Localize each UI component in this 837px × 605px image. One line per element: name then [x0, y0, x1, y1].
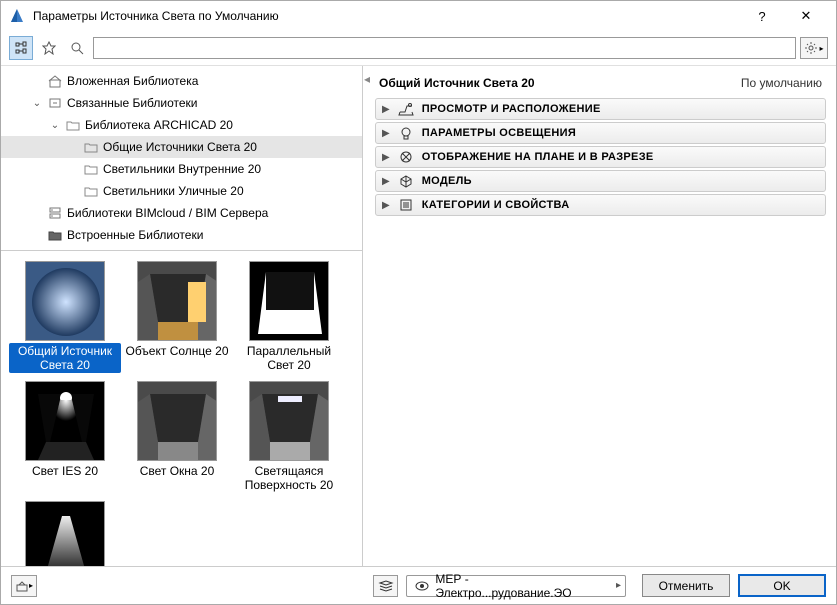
home-icon — [47, 73, 63, 89]
layer-label: МЕР - Электро...рудование.ЭО — [435, 572, 607, 600]
layer-icon-button[interactable] — [373, 575, 399, 597]
folder-icon — [83, 183, 99, 199]
ok-button[interactable]: OK — [738, 574, 826, 597]
right-panel: Общий Источник Света 20 По умолчанию ▶ П… — [371, 66, 836, 566]
left-panel: Вложенная Библиотека ⌄ Связанные Библиот… — [1, 66, 363, 566]
tree-item-label: Светильники Уличные 20 — [103, 184, 244, 198]
accordion-section[interactable]: ▶ ОТОБРАЖЕНИЕ НА ПЛАНЕ И В РАЗРЕЗЕ — [375, 146, 826, 168]
cancel-button[interactable]: Отменить — [642, 574, 730, 597]
window-title: Параметры Источника Света по Умолчанию — [33, 9, 740, 23]
panel-divider[interactable]: ◂ — [363, 66, 371, 566]
library-tree: Вложенная Библиотека ⌄ Связанные Библиот… — [1, 66, 362, 251]
tree-item[interactable]: ⌄ Библиотека ARCHICAD 20 — [1, 114, 362, 136]
accordion-section[interactable]: ▶ КАТЕГОРИИ И СВОЙСТВА — [375, 194, 826, 216]
tree-item[interactable]: Библиотеки BIMcloud / BIM Сервера — [1, 202, 362, 224]
accordion-label: МОДЕЛЬ — [422, 175, 472, 187]
triangle-icon: ▶ — [382, 128, 390, 139]
thumbnail-label: Свет IES 20 — [28, 463, 102, 491]
tree-item-label: Общие Источники Света 20 — [103, 140, 257, 154]
thumbnail-item[interactable]: Свет IES 20 — [9, 381, 121, 493]
thumbnail-image — [249, 261, 329, 341]
list-icon — [398, 197, 414, 213]
default-label: По умолчанию — [741, 76, 822, 90]
titlebar: Параметры Источника Света по Умолчанию ?… — [1, 1, 836, 31]
help-button[interactable]: ? — [740, 1, 784, 31]
thumbnail-image — [25, 381, 105, 461]
tree-item[interactable]: Светильники Уличные 20 — [1, 180, 362, 202]
thumbnail-image — [249, 381, 329, 461]
accordion-label: ПРОСМОТР И РАСПОЛОЖЕНИЕ — [422, 103, 601, 115]
thumbnail-item[interactable]: Светящаяся Поверхность 20 — [233, 381, 345, 493]
accordion-section[interactable]: ▶ ПРОСМОТР И РАСПОЛОЖЕНИЕ — [375, 98, 826, 120]
app-icon — [9, 8, 25, 24]
thumbnail-label: Общий Источник Света 20 — [9, 343, 121, 373]
accordion-section[interactable]: ▶ ПАРАМЕТРЫ ОСВЕЩЕНИЯ — [375, 122, 826, 144]
thumbnail-label: Объект Солнце 20 — [122, 343, 233, 371]
thumbnail-item[interactable]: Общий Источник Света 20 — [9, 261, 121, 373]
selected-object-title: Общий Источник Света 20 — [379, 76, 741, 90]
search-button[interactable] — [65, 36, 89, 60]
eye-icon — [415, 581, 429, 591]
thumbnail-item[interactable]: Свет Окна 20 — [121, 381, 233, 493]
thumbnail-image — [137, 261, 217, 341]
favorites-button[interactable] — [37, 36, 61, 60]
tree-item-label: Библиотека ARCHICAD 20 — [85, 118, 233, 132]
tree-view-button[interactable] — [9, 36, 33, 60]
thumbnail-image — [25, 501, 105, 566]
thumbnail-item[interactable]: Объект Солнце 20 — [121, 261, 233, 373]
search-input[interactable] — [93, 37, 796, 59]
thumbnail-image — [137, 381, 217, 461]
thumbnail-item[interactable]: Точечный Источник Света 20 — [9, 501, 121, 566]
accordion-label: ПАРАМЕТРЫ ОСВЕЩЕНИЯ — [422, 127, 576, 139]
folder-icon — [83, 139, 99, 155]
toolbar: ▸ — [1, 31, 836, 66]
footer: ▸ МЕР - Электро...рудование.ЭО Отменить … — [1, 566, 836, 604]
accordion-label: ОТОБРАЖЕНИЕ НА ПЛАНЕ И В РАЗРЕЗЕ — [422, 151, 654, 163]
chevron-icon: ⌄ — [31, 98, 43, 109]
server-icon — [47, 205, 63, 221]
tree-item-label: Встроенные Библиотеки — [67, 228, 203, 242]
tree-item[interactable]: Светильники Внутренние 20 — [1, 158, 362, 180]
layer-selector[interactable]: МЕР - Электро...рудование.ЭО — [406, 575, 626, 597]
library-manager-button[interactable]: ▸ — [11, 575, 37, 597]
thumbnail-image — [25, 261, 105, 341]
chevron-icon: ⌄ — [49, 120, 61, 131]
folder-icon — [65, 117, 81, 133]
bulb-icon — [398, 125, 414, 141]
close-button[interactable]: ✕ — [784, 1, 828, 31]
tree-item-label: Связанные Библиотеки — [67, 96, 197, 110]
tree-item[interactable]: Общие Источники Света 20 — [1, 136, 362, 158]
thumbnail-item[interactable]: Параллельный Свет 20 — [233, 261, 345, 373]
model-icon — [398, 173, 414, 189]
settings-button[interactable]: ▸ — [800, 37, 828, 59]
triangle-icon: ▶ — [382, 200, 390, 211]
accordion-section[interactable]: ▶ МОДЕЛЬ — [375, 170, 826, 192]
thumbnail-gallery: Общий Источник Света 20 Объект Солнце 20… — [1, 251, 362, 566]
tree-item-label: Вложенная Библиотека — [67, 74, 198, 88]
triangle-icon: ▶ — [382, 176, 390, 187]
preview-icon — [398, 101, 414, 117]
settings-accordion: ▶ ПРОСМОТР И РАСПОЛОЖЕНИЕ▶ ПАРАМЕТРЫ ОСВ… — [375, 98, 826, 216]
triangle-icon: ▶ — [382, 152, 390, 163]
link-icon — [47, 95, 63, 111]
folder-icon — [83, 161, 99, 177]
tree-item-label: Светильники Внутренние 20 — [103, 162, 261, 176]
triangle-icon: ▶ — [382, 104, 390, 115]
tree-item[interactable]: ⌄ Связанные Библиотеки — [1, 92, 362, 114]
thumbnail-label: Параллельный Свет 20 — [233, 343, 345, 373]
tree-item[interactable]: Вложенная Библиотека — [1, 70, 362, 92]
tree-item[interactable]: Встроенные Библиотеки — [1, 224, 362, 246]
folder-dark-icon — [47, 227, 63, 243]
accordion-label: КАТЕГОРИИ И СВОЙСТВА — [422, 199, 570, 211]
tree-item-label: Библиотеки BIMcloud / BIM Сервера — [67, 206, 268, 220]
thumbnail-label: Свет Окна 20 — [136, 463, 219, 491]
thumbnail-label: Светящаяся Поверхность 20 — [233, 463, 345, 493]
plan-icon — [398, 149, 414, 165]
